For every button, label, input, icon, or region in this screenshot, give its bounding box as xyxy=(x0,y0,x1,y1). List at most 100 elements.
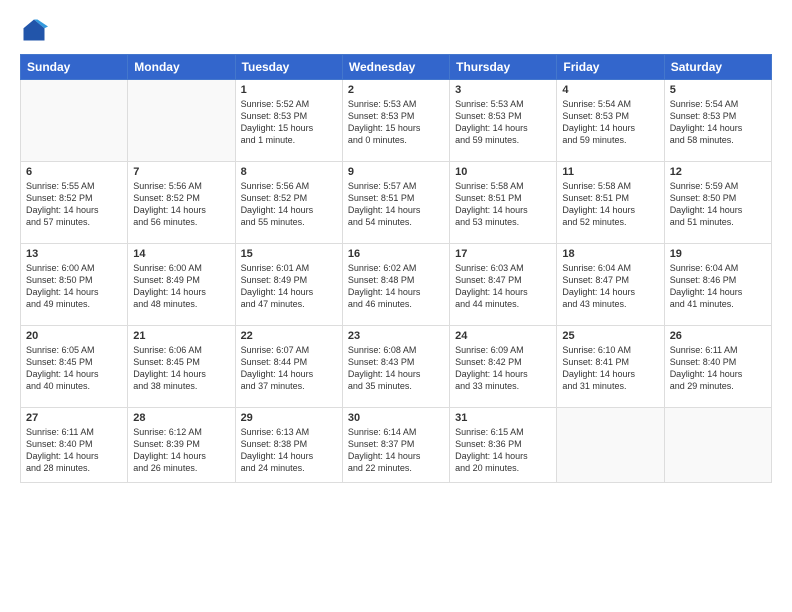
calendar-day-cell: 25 Sunrise: 6:10 AM Sunset: 8:41 PM Dayli… xyxy=(557,326,664,408)
calendar-day-cell: 17 Sunrise: 6:03 AM Sunset: 8:47 PM Dayli… xyxy=(450,244,557,326)
calendar-day-cell: 15Sunrise: 6:01 AM Sunset: 8:49 PM Dayli… xyxy=(235,244,342,326)
day-number: 27 xyxy=(26,412,122,424)
day-info: Sunrise: 5:56 AM Sunset: 8:52 PM Dayligh… xyxy=(241,180,337,229)
calendar-day-cell: 19 Sunrise: 6:04 AM Sunset: 8:46 PM Dayli… xyxy=(664,244,771,326)
calendar-table: SundayMondayTuesdayWednesdayThursdayFrid… xyxy=(20,54,772,483)
calendar-day-cell: 18 Sunrise: 6:04 AM Sunset: 8:47 PM Dayli… xyxy=(557,244,664,326)
calendar-day-cell: 29Sunrise: 6:13 AM Sunset: 8:38 PM Dayli… xyxy=(235,408,342,483)
day-info: Sunrise: 5:59 AM Sunset: 8:50 PM Dayligh… xyxy=(670,180,766,229)
day-number: 8 xyxy=(241,166,337,178)
calendar-week-row: 6 Sunrise: 5:55 AM Sunset: 8:52 PM Daylig… xyxy=(21,162,772,244)
day-number: 23 xyxy=(348,330,444,342)
day-number: 14 xyxy=(133,248,229,260)
day-info: Sunrise: 5:57 AM Sunset: 8:51 PM Dayligh… xyxy=(348,180,444,229)
calendar-day-cell: 31Sunrise: 6:15 AM Sunset: 8:36 PM Dayli… xyxy=(450,408,557,483)
day-info: Sunrise: 5:58 AM Sunset: 8:51 PM Dayligh… xyxy=(455,180,551,229)
calendar-day-cell xyxy=(21,80,128,162)
day-number: 24 xyxy=(455,330,551,342)
day-number: 30 xyxy=(348,412,444,424)
day-info: Sunrise: 6:11 AM Sunset: 8:40 PM Dayligh… xyxy=(26,426,122,475)
day-info: Sunrise: 6:03 AM Sunset: 8:47 PM Dayligh… xyxy=(455,262,551,311)
day-info: Sunrise: 5:52 AM Sunset: 8:53 PM Dayligh… xyxy=(241,98,337,147)
day-number: 19 xyxy=(670,248,766,260)
day-info: Sunrise: 5:53 AM Sunset: 8:53 PM Dayligh… xyxy=(348,98,444,147)
calendar-week-row: 27 Sunrise: 6:11 AM Sunset: 8:40 PM Dayli… xyxy=(21,408,772,483)
day-info: Sunrise: 6:08 AM Sunset: 8:43 PM Dayligh… xyxy=(348,344,444,393)
header xyxy=(20,16,772,44)
day-info: Sunrise: 6:14 AM Sunset: 8:37 PM Dayligh… xyxy=(348,426,444,475)
day-number: 21 xyxy=(133,330,229,342)
calendar-day-cell: 24 Sunrise: 6:09 AM Sunset: 8:42 PM Dayli… xyxy=(450,326,557,408)
logo-icon xyxy=(20,16,48,44)
day-info: Sunrise: 6:02 AM Sunset: 8:48 PM Dayligh… xyxy=(348,262,444,311)
day-number: 6 xyxy=(26,166,122,178)
calendar-day-cell xyxy=(557,408,664,483)
calendar-day-cell: 12 Sunrise: 5:59 AM Sunset: 8:50 PM Dayli… xyxy=(664,162,771,244)
calendar-day-cell: 28Sunrise: 6:12 AM Sunset: 8:39 PM Dayli… xyxy=(128,408,235,483)
day-info: Sunrise: 6:00 AM Sunset: 8:50 PM Dayligh… xyxy=(26,262,122,311)
day-number: 12 xyxy=(670,166,766,178)
calendar-day-cell: 4 Sunrise: 5:54 AM Sunset: 8:53 PM Daylig… xyxy=(557,80,664,162)
weekday-header-row: SundayMondayTuesdayWednesdayThursdayFrid… xyxy=(21,55,772,80)
calendar-day-cell: 11Sunrise: 5:58 AM Sunset: 8:51 PM Dayli… xyxy=(557,162,664,244)
day-info: Sunrise: 6:12 AM Sunset: 8:39 PM Dayligh… xyxy=(133,426,229,475)
day-info: Sunrise: 6:15 AM Sunset: 8:36 PM Dayligh… xyxy=(455,426,551,475)
day-number: 22 xyxy=(241,330,337,342)
day-number: 18 xyxy=(562,248,658,260)
day-info: Sunrise: 5:58 AM Sunset: 8:51 PM Dayligh… xyxy=(562,180,658,229)
day-number: 3 xyxy=(455,84,551,96)
day-info: Sunrise: 6:10 AM Sunset: 8:41 PM Dayligh… xyxy=(562,344,658,393)
calendar-week-row: 13 Sunrise: 6:00 AM Sunset: 8:50 PM Dayli… xyxy=(21,244,772,326)
calendar-day-cell: 5Sunrise: 5:54 AM Sunset: 8:53 PM Daylig… xyxy=(664,80,771,162)
calendar-day-cell: 7 Sunrise: 5:56 AM Sunset: 8:52 PM Daylig… xyxy=(128,162,235,244)
page: SundayMondayTuesdayWednesdayThursdayFrid… xyxy=(0,0,792,612)
day-info: Sunrise: 6:09 AM Sunset: 8:42 PM Dayligh… xyxy=(455,344,551,393)
day-info: Sunrise: 6:05 AM Sunset: 8:45 PM Dayligh… xyxy=(26,344,122,393)
day-number: 4 xyxy=(562,84,658,96)
day-number: 9 xyxy=(348,166,444,178)
calendar-day-cell: 27 Sunrise: 6:11 AM Sunset: 8:40 PM Dayli… xyxy=(21,408,128,483)
calendar-day-cell: 26Sunrise: 6:11 AM Sunset: 8:40 PM Dayli… xyxy=(664,326,771,408)
calendar-day-cell: 21Sunrise: 6:06 AM Sunset: 8:45 PM Dayli… xyxy=(128,326,235,408)
day-info: Sunrise: 5:56 AM Sunset: 8:52 PM Dayligh… xyxy=(133,180,229,229)
calendar-day-cell: 13 Sunrise: 6:00 AM Sunset: 8:50 PM Dayli… xyxy=(21,244,128,326)
weekday-header-monday: Monday xyxy=(128,55,235,80)
day-number: 15 xyxy=(241,248,337,260)
calendar-day-cell: 10 Sunrise: 5:58 AM Sunset: 8:51 PM Dayli… xyxy=(450,162,557,244)
day-info: Sunrise: 5:55 AM Sunset: 8:52 PM Dayligh… xyxy=(26,180,122,229)
day-number: 26 xyxy=(670,330,766,342)
day-number: 13 xyxy=(26,248,122,260)
day-number: 16 xyxy=(348,248,444,260)
weekday-header-tuesday: Tuesday xyxy=(235,55,342,80)
weekday-header-friday: Friday xyxy=(557,55,664,80)
calendar-day-cell xyxy=(664,408,771,483)
day-info: Sunrise: 5:54 AM Sunset: 8:53 PM Dayligh… xyxy=(562,98,658,147)
calendar-day-cell: 14Sunrise: 6:00 AM Sunset: 8:49 PM Dayli… xyxy=(128,244,235,326)
weekday-header-saturday: Saturday xyxy=(664,55,771,80)
weekday-header-sunday: Sunday xyxy=(21,55,128,80)
calendar-day-cell: 3 Sunrise: 5:53 AM Sunset: 8:53 PM Daylig… xyxy=(450,80,557,162)
day-info: Sunrise: 6:04 AM Sunset: 8:47 PM Dayligh… xyxy=(562,262,658,311)
day-number: 10 xyxy=(455,166,551,178)
day-number: 1 xyxy=(241,84,337,96)
day-number: 2 xyxy=(348,84,444,96)
day-info: Sunrise: 5:54 AM Sunset: 8:53 PM Dayligh… xyxy=(670,98,766,147)
logo xyxy=(20,16,52,44)
day-info: Sunrise: 6:04 AM Sunset: 8:46 PM Dayligh… xyxy=(670,262,766,311)
day-number: 17 xyxy=(455,248,551,260)
calendar-week-row: 1 Sunrise: 5:52 AM Sunset: 8:53 PM Daylig… xyxy=(21,80,772,162)
calendar-day-cell: 1 Sunrise: 5:52 AM Sunset: 8:53 PM Daylig… xyxy=(235,80,342,162)
weekday-header-thursday: Thursday xyxy=(450,55,557,80)
day-number: 29 xyxy=(241,412,337,424)
weekday-header-wednesday: Wednesday xyxy=(342,55,449,80)
day-number: 7 xyxy=(133,166,229,178)
calendar-day-cell xyxy=(128,80,235,162)
day-info: Sunrise: 5:53 AM Sunset: 8:53 PM Dayligh… xyxy=(455,98,551,147)
day-info: Sunrise: 6:07 AM Sunset: 8:44 PM Dayligh… xyxy=(241,344,337,393)
day-number: 25 xyxy=(562,330,658,342)
calendar-week-row: 20Sunrise: 6:05 AM Sunset: 8:45 PM Dayli… xyxy=(21,326,772,408)
calendar-day-cell: 6 Sunrise: 5:55 AM Sunset: 8:52 PM Daylig… xyxy=(21,162,128,244)
calendar-day-cell: 9 Sunrise: 5:57 AM Sunset: 8:51 PM Daylig… xyxy=(342,162,449,244)
calendar-day-cell: 2 Sunrise: 5:53 AM Sunset: 8:53 PM Daylig… xyxy=(342,80,449,162)
calendar-day-cell: 20Sunrise: 6:05 AM Sunset: 8:45 PM Dayli… xyxy=(21,326,128,408)
